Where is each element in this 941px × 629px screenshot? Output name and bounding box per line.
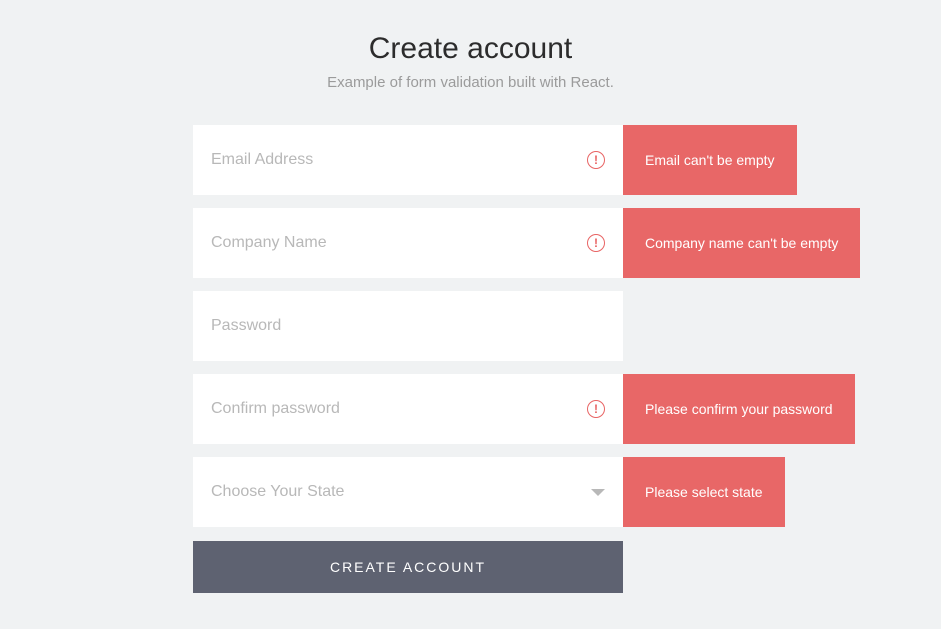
confirm-password-input[interactable] (211, 400, 587, 418)
state-select[interactable]: Choose Your State (193, 457, 623, 527)
email-row: Email can't be empty (193, 125, 941, 195)
password-input[interactable] (211, 317, 605, 335)
state-row: Choose Your State Please select state (193, 457, 941, 527)
company-input[interactable] (211, 234, 587, 252)
email-error: Email can't be empty (623, 125, 797, 195)
company-error: Company name can't be empty (623, 208, 860, 278)
error-icon (587, 234, 605, 252)
password-row (193, 291, 941, 361)
confirm-error: Please confirm your password (623, 374, 855, 444)
chevron-down-icon (591, 489, 605, 496)
form-header: Create account Example of form validatio… (0, 32, 941, 91)
password-input-wrapper (193, 291, 623, 361)
confirm-row: Please confirm your password (193, 374, 941, 444)
state-select-label: Choose Your State (211, 483, 591, 501)
create-account-button[interactable]: CREATE ACCOUNT (193, 541, 623, 593)
state-error: Please select state (623, 457, 785, 527)
email-input[interactable] (211, 151, 587, 169)
page-title: Create account (0, 32, 941, 66)
confirm-input-wrapper (193, 374, 623, 444)
company-row: Company name can't be empty (193, 208, 941, 278)
error-icon (587, 151, 605, 169)
company-input-wrapper (193, 208, 623, 278)
error-icon (587, 400, 605, 418)
page-subtitle: Example of form validation built with Re… (0, 74, 941, 91)
create-account-form: Email can't be empty Company name can't … (193, 125, 941, 593)
email-input-wrapper (193, 125, 623, 195)
